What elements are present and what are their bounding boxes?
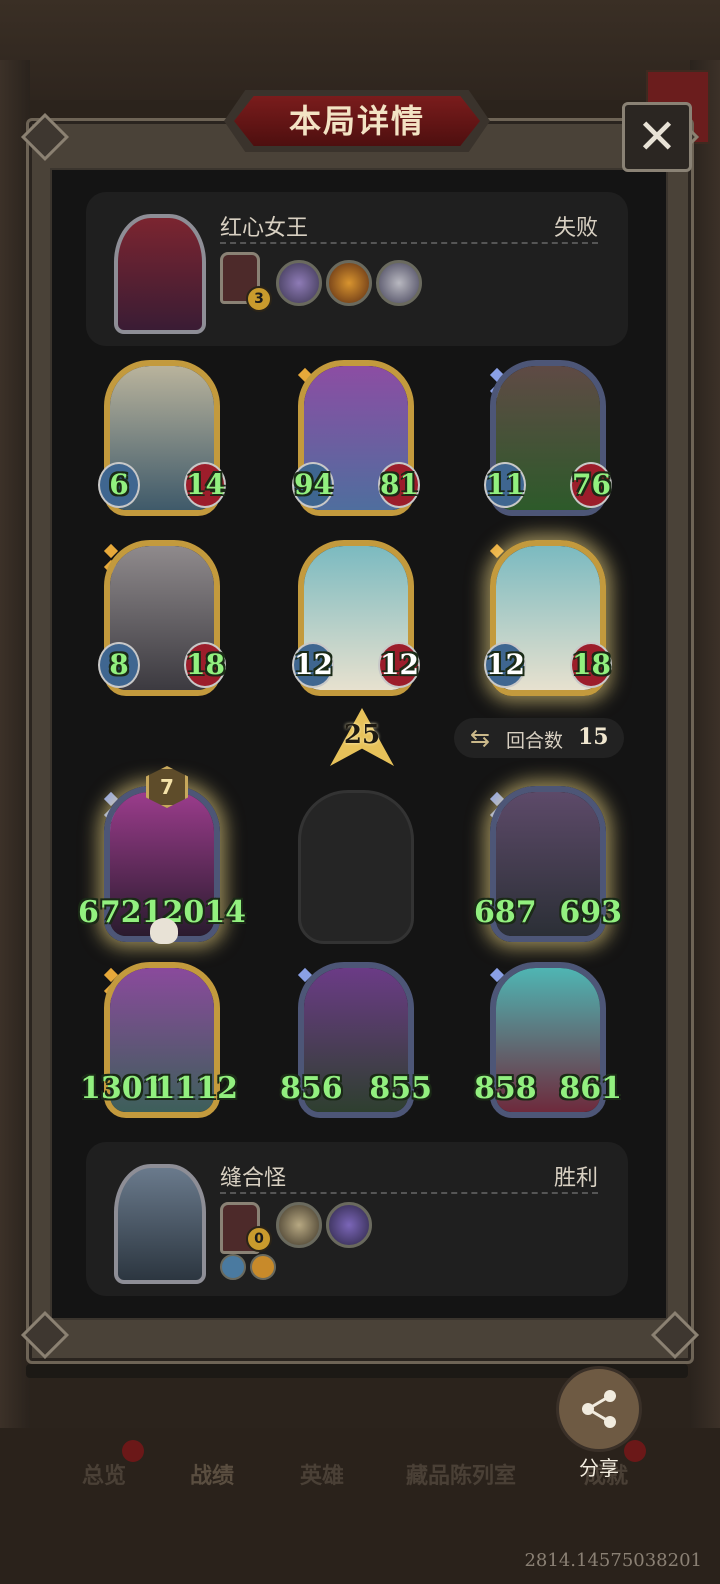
scroll-icon[interactable] <box>326 1202 372 1248</box>
player-name: 缝合怪 <box>220 1166 287 1191</box>
rounds-value: 15 <box>578 724 609 750</box>
health-value: 81 <box>378 462 420 508</box>
health-value: 14 <box>184 462 226 508</box>
title-banner: 本局详情 <box>224 90 490 152</box>
version-text: 2814.14575038201 <box>524 1550 702 1571</box>
tab-records[interactable]: 战绩 <box>190 1458 234 1490</box>
attack-value: 8 <box>98 642 140 688</box>
player-name: 红心女王 <box>220 216 309 241</box>
empty-slot <box>298 790 414 944</box>
minion-card[interactable]: 12 18 <box>484 540 612 696</box>
buff-icon <box>220 1254 246 1280</box>
attack-value: 94 <box>292 462 334 508</box>
minion-card[interactable]: 6 14 <box>98 360 226 516</box>
close-button[interactable]: ✕ <box>622 102 692 172</box>
tab-overview[interactable]: 总览 <box>82 1458 126 1490</box>
torch-icon[interactable] <box>326 260 372 306</box>
swap-icon: ⇆ <box>470 724 491 752</box>
hero-power-badge: 3 <box>246 286 272 312</box>
player-card-bottom: 缝合怪 胜利 0 <box>86 1142 628 1296</box>
minion-card[interactable]: 8 18 <box>98 540 226 696</box>
minion-card[interactable]: 1301 1112 <box>80 962 238 1118</box>
health-value: 855 <box>369 1071 432 1106</box>
health-value: 76 <box>570 462 612 508</box>
tab-heroes[interactable]: 英雄 <box>300 1458 344 1490</box>
avatar <box>114 214 206 334</box>
attack-value: 11 <box>484 462 526 508</box>
health-value: 18 <box>570 642 612 688</box>
health-value: 1112 <box>154 1071 239 1106</box>
tavern-level: 25 <box>343 720 381 750</box>
attack-value: 6 <box>98 462 140 508</box>
close-icon: ✕ <box>636 109 678 165</box>
page-title: 本局详情 <box>288 102 425 140</box>
attack-value: 1301 <box>80 1071 164 1106</box>
player-result: 胜利 <box>553 1166 598 1191</box>
attack-value: 12 <box>484 642 526 688</box>
player-result: 失败 <box>553 216 598 241</box>
notification-dot <box>122 1440 144 1462</box>
health-value: 861 <box>559 1071 622 1106</box>
minion-card[interactable]: 94 81 <box>292 360 420 516</box>
hero-power-badge: 0 <box>246 1226 272 1252</box>
health-value: 693 <box>559 895 622 930</box>
health-value: 12 <box>378 642 420 688</box>
minion-card[interactable]: 856 855 <box>280 962 432 1118</box>
share-button[interactable] <box>556 1366 642 1452</box>
coin-icon <box>250 1254 276 1280</box>
rounds-label: 回合数 <box>506 730 564 752</box>
attack-value: 6 <box>78 895 99 930</box>
player-card-top: 红心女王 失败 3 <box>86 192 628 346</box>
attack-value: 687 <box>474 895 537 930</box>
attack-value: 858 <box>474 1071 537 1106</box>
background-right <box>690 60 720 1430</box>
rounds-counter: ⇆ 回合数 15 <box>454 718 624 758</box>
avatar <box>114 1164 206 1284</box>
minion-card[interactable]: 858 861 <box>474 962 622 1118</box>
health-value: 18 <box>184 642 226 688</box>
minion-card[interactable]: 687 693 <box>474 786 622 942</box>
attack-value: 12 <box>292 642 334 688</box>
share-icon <box>582 1390 616 1428</box>
minion-card[interactable]: 12 12 <box>292 540 420 696</box>
tab-collection[interactable]: 藏品陈列室 <box>406 1458 516 1490</box>
pickaxe-icon[interactable] <box>276 1202 322 1248</box>
minion-card[interactable]: 11 76 <box>484 360 612 516</box>
axe-icon[interactable] <box>276 260 322 306</box>
background-top <box>0 0 720 100</box>
skull-icon <box>150 918 178 944</box>
drill-icon[interactable] <box>376 260 422 306</box>
attack-value: 856 <box>280 1071 343 1106</box>
share-label: 分享 <box>579 1456 619 1480</box>
